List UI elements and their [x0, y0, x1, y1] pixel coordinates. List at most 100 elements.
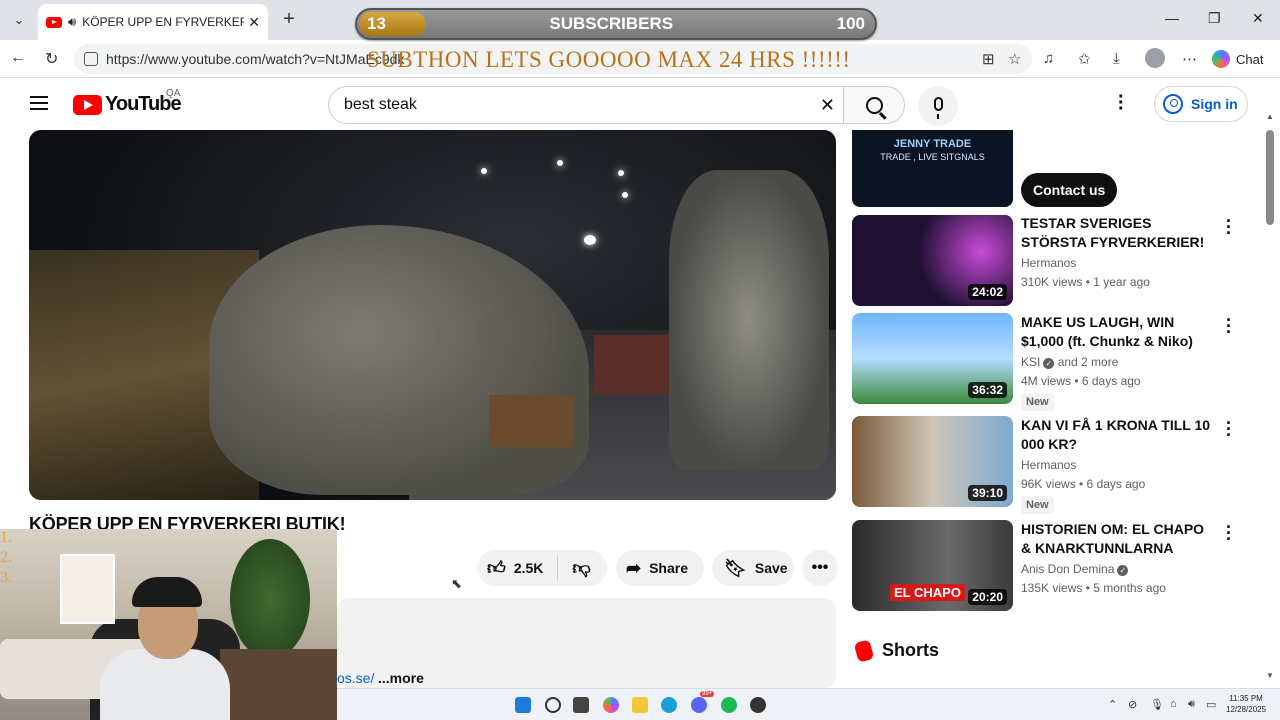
rec-more-icon[interactable]: · · · — [1226, 518, 1232, 548]
share-icon: ➦ — [626, 557, 642, 578]
rec-title[interactable]: TESTAR SVERIGES STÖRSTA FYRVERKERIER! — [1021, 214, 1211, 252]
favorites-icon[interactable]: ✩ — [1078, 50, 1091, 68]
microphone-icon — [933, 97, 943, 119]
taskbar-search-icon[interactable] — [545, 697, 561, 713]
youtube-header: YouTube QA best steak ✕ · · · Sign in — [0, 78, 1280, 130]
subscriber-count: 13 — [367, 14, 386, 33]
rec-title[interactable]: HISTORIEN OM: EL CHAPO & KNARKTUNNLARNA — [1021, 520, 1211, 558]
copilot-taskbar-icon[interactable] — [603, 697, 619, 713]
youtube-logo[interactable]: YouTube QA — [73, 88, 182, 116]
scroll-down-arrow-icon[interactable]: ▼ — [1266, 671, 1274, 680]
verified-icon: ✓ — [1043, 358, 1055, 369]
copilot-chat-button[interactable]: Chat — [1212, 46, 1263, 72]
list-item: 1. — [0, 529, 12, 546]
minimize-button[interactable]: — — [1165, 10, 1179, 26]
contact-us-button[interactable]: Contact us — [1021, 173, 1118, 207]
site-info-icon[interactable] — [84, 52, 98, 66]
description-more-button[interactable]: ...more — [378, 670, 424, 686]
webcam-person-shirt — [100, 649, 230, 720]
video-frame-light — [618, 170, 624, 176]
rec-thumbnail[interactable]: 36:32 — [852, 313, 1013, 404]
spotify-icon[interactable] — [721, 697, 737, 713]
video-player[interactable] — [29, 130, 836, 500]
rec-title[interactable]: KAN VI FÅ 1 KRONA TILL 10 000 KR? — [1021, 416, 1211, 454]
sign-in-button[interactable]: Sign in — [1154, 86, 1248, 122]
favorite-star-icon[interactable]: ☆ — [1008, 50, 1021, 68]
page-scrollbar-thumb[interactable] — [1266, 130, 1274, 225]
search-input[interactable]: best steak ✕ — [328, 86, 844, 124]
clock-time: 11:35 PM — [1229, 694, 1263, 703]
rec-meta: 4M views • 6 days ago — [1021, 374, 1141, 388]
rec-duration: 20:20 — [968, 589, 1007, 605]
rec-thumbnail[interactable]: EL CHAPO 20:20 — [852, 520, 1013, 611]
rec-channel[interactable]: Hermanos — [1021, 458, 1076, 472]
video-frame-light — [584, 235, 596, 245]
like-dislike-group: 👍︎ 2.5K 👎︎ — [477, 550, 607, 586]
maximize-button[interactable]: ❐ — [1208, 10, 1221, 27]
rec-more-icon[interactable]: · · · — [1226, 414, 1232, 444]
rec-thumbnail[interactable]: 39:10 — [852, 416, 1013, 507]
chat-label: Chat — [1236, 51, 1264, 67]
ad-thumbnail[interactable]: JENNY TRADE TRADE , LIVE SITGNALS — [852, 130, 1013, 207]
file-explorer-icon[interactable] — [632, 697, 648, 713]
like-divider — [557, 556, 559, 580]
like-count[interactable]: 2.5K — [514, 560, 544, 576]
back-icon[interactable]: ← — [10, 49, 26, 67]
share-button[interactable]: ➦ Share — [616, 550, 704, 586]
tray-mic-icon[interactable]: 🎙︎ — [1150, 698, 1164, 711]
start-windows-icon[interactable] — [515, 697, 531, 713]
like-icon[interactable]: 👍︎ — [487, 557, 506, 579]
settings-kebab-icon[interactable]: · · · — [1118, 87, 1125, 119]
clear-search-icon[interactable]: ✕ — [820, 95, 835, 116]
profile-avatar[interactable] — [1145, 48, 1165, 68]
save-label: Save — [754, 560, 788, 576]
browser-tab-active[interactable]: 🔊︎ KÖPER UPP EN FYRVERKERI B ✕ — [38, 4, 268, 40]
media-control-icon[interactable]: ♫ — [1043, 50, 1054, 67]
video-frame-box — [594, 335, 669, 395]
new-tab-button[interactable]: + — [278, 8, 300, 31]
settings-more-icon[interactable]: ⋯ — [1182, 50, 1197, 68]
video-frame-light — [557, 160, 563, 166]
app-available-icon[interactable]: ⊞ — [982, 50, 995, 68]
scroll-up-arrow-icon[interactable]: ▲ — [1266, 112, 1274, 121]
reload-icon[interactable]: ↻ — [45, 49, 58, 69]
menu-icon[interactable] — [30, 96, 48, 110]
region-code: QA — [166, 88, 181, 99]
subscriber-label: SUBSCRIBERS — [549, 14, 674, 33]
close-window-button[interactable]: ✕ — [1252, 10, 1264, 27]
rec-channel[interactable]: KSI ✓ and 2 more — [1021, 355, 1118, 369]
more-actions-button[interactable]: ••• — [802, 550, 838, 586]
rec-thumbnail[interactable]: 24:02 — [852, 215, 1013, 306]
discord-badge: 99+ — [700, 691, 715, 697]
rec-more-icon[interactable]: · · · — [1226, 311, 1232, 341]
tab-search-chevron-icon[interactable]: ⌄ — [6, 8, 32, 32]
mouse-cursor-icon: ⬉ — [451, 576, 462, 591]
dislike-icon[interactable]: 👎︎ — [572, 557, 590, 579]
speaker-icon[interactable]: 🔊︎ — [68, 14, 76, 30]
tray-app-icon[interactable]: ⊘ — [1128, 698, 1137, 711]
task-view-icon[interactable] — [573, 697, 589, 713]
downloads-icon[interactable]: ⤓ — [1113, 50, 1120, 67]
youtube-favicon-icon — [46, 16, 62, 28]
ad-brand: JENNY TRADE — [893, 138, 972, 150]
tray-battery-icon[interactable]: ▭ — [1206, 698, 1216, 711]
edge-icon[interactable] — [661, 697, 677, 713]
voice-search-button[interactable] — [918, 86, 958, 126]
copilot-icon — [1212, 50, 1230, 68]
rec-channel[interactable]: Anis Don Demina ✓ — [1021, 562, 1129, 576]
search-button[interactable] — [843, 86, 905, 124]
save-button[interactable]: 🔖︎ Save — [712, 550, 794, 586]
obs-icon[interactable] — [750, 697, 766, 713]
webcam-overlay — [0, 529, 337, 720]
tray-volume-icon[interactable]: 🔊︎ — [1188, 698, 1195, 711]
rec-title[interactable]: MAKE US LAUGH, WIN $1,000 (ft. Chunkz & … — [1021, 313, 1211, 351]
rec-more-icon[interactable]: · · · — [1226, 212, 1232, 242]
rec-channel[interactable]: Hermanos — [1021, 256, 1076, 270]
tray-overflow-icon[interactable]: ⌃ — [1108, 698, 1117, 711]
discord-icon[interactable]: 99+ — [691, 691, 715, 713]
taskbar-clock[interactable]: 11:35 PM 12/28/2025 — [1226, 693, 1266, 715]
tray-network-icon[interactable]: ⌂ — [1170, 698, 1177, 710]
shorts-icon — [853, 638, 875, 663]
description-link[interactable]: os.se/ — [337, 670, 374, 686]
close-tab-icon[interactable]: ✕ — [248, 14, 260, 31]
